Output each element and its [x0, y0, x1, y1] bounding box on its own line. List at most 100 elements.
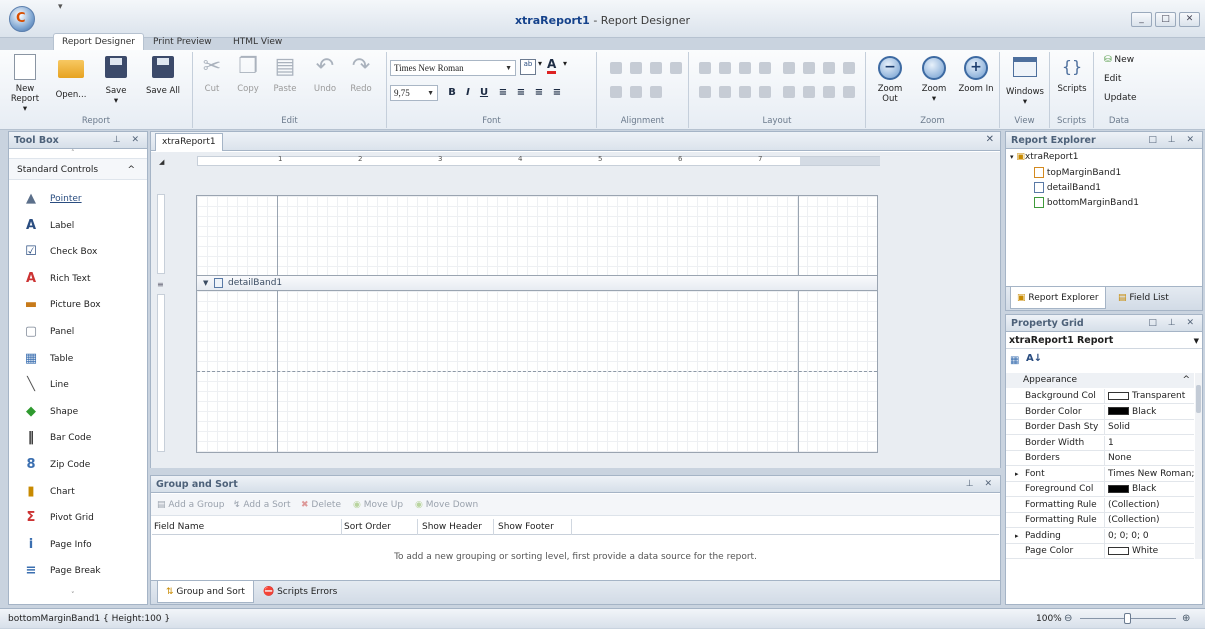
align-tops-icon[interactable]	[610, 86, 622, 98]
highlight-color-icon[interactable]: ab	[520, 59, 536, 75]
bold-button[interactable]: B	[445, 87, 459, 98]
windows-button[interactable]: Windows ▾	[1003, 54, 1047, 107]
zoom-slider-thumb[interactable]	[1124, 613, 1131, 624]
align-bottoms-icon[interactable]	[650, 86, 662, 98]
make-same-width-icon[interactable]	[719, 62, 731, 74]
move-down-button[interactable]: ◉ Move Down	[415, 494, 478, 516]
toolbox-item-pivot-grid[interactable]: Σ Pivot Grid	[17, 505, 147, 531]
toolbox-item-table[interactable]: ▦ Table	[17, 346, 147, 372]
tab-report-explorer[interactable]: ▣ Report Explorer	[1010, 287, 1106, 309]
column-sort-order[interactable]: Sort Order	[344, 519, 418, 535]
edit-data-button[interactable]: Edit	[1104, 74, 1121, 84]
property-row[interactable]: Background Col Transparent	[1006, 389, 1194, 404]
copy-button[interactable]: ❐ Copy	[233, 54, 263, 94]
zoom-in-small-icon[interactable]: ⊕	[1182, 609, 1190, 629]
expand-icon[interactable]: ▸	[1015, 529, 1019, 544]
property-value[interactable]: Transparent	[1104, 389, 1194, 404]
increase-horizontal-spacing-icon[interactable]	[803, 62, 815, 74]
align-middles-icon[interactable]	[630, 86, 642, 98]
send-to-back-icon[interactable]	[843, 86, 855, 98]
toolbox-item-panel[interactable]: ▢ Panel	[17, 319, 147, 345]
panel-window-controls-icons[interactable]: □ ⊥ ✕	[1148, 132, 1198, 149]
property-value[interactable]: White	[1104, 544, 1194, 559]
zoom-button[interactable]: Zoom ▾	[916, 54, 952, 104]
delete-button[interactable]: ✖ Delete	[301, 494, 341, 516]
property-value[interactable]: Black	[1104, 404, 1194, 420]
justify-icon[interactable]: ≡	[550, 87, 564, 98]
selected-object-combo[interactable]: xtraReport1 Report ▼	[1006, 333, 1202, 349]
tab-report-designer[interactable]: Report Designer	[53, 33, 145, 51]
tab-html-view[interactable]: HTML View	[225, 34, 290, 50]
toolbox-item-label[interactable]: A Label	[17, 213, 147, 239]
toolbox-item-line[interactable]: ╲ Line	[17, 372, 147, 398]
align-centers-icon[interactable]	[650, 62, 662, 74]
save-button[interactable]: Save ▾	[98, 54, 134, 106]
increase-vertical-spacing-icon[interactable]	[719, 86, 731, 98]
underline-button[interactable]: U	[477, 87, 491, 98]
detail-band-surface[interactable]	[196, 291, 878, 453]
category-standard-controls[interactable]: Standard Controls ^	[9, 158, 147, 180]
corner-marker-icon[interactable]: ◢	[159, 158, 164, 166]
tab-print-preview[interactable]: Print Preview	[145, 34, 220, 50]
new-report-button[interactable]: New Report ▾	[3, 54, 47, 114]
bring-to-front-icon[interactable]	[823, 86, 835, 98]
new-data-button[interactable]: ⛁ New	[1104, 55, 1134, 65]
maximize-button[interactable]: □	[1155, 12, 1176, 27]
align-lefts-icon[interactable]	[630, 62, 642, 74]
property-row[interactable]: Page Color White	[1006, 544, 1194, 559]
align-right-icon[interactable]: ≡	[532, 87, 546, 98]
property-value[interactable]: Black	[1104, 482, 1194, 497]
property-row[interactable]: Border Color Black	[1006, 404, 1194, 420]
toolbox-item-page-info[interactable]: i Page Info	[17, 532, 147, 558]
property-value[interactable]: None	[1104, 451, 1194, 466]
column-field-name[interactable]: Field Name	[154, 519, 342, 535]
tab-field-list[interactable]: ▤ Field List	[1112, 287, 1175, 309]
property-row[interactable]: Borders None	[1006, 451, 1194, 466]
toolbox-item-bar-code[interactable]: ‖ Bar Code	[17, 425, 147, 451]
property-row[interactable]: Formatting Rule (Collection)	[1006, 497, 1194, 513]
scroll-down-icon[interactable]: ˅	[71, 591, 75, 599]
center-vertically-icon[interactable]	[803, 86, 815, 98]
cut-button[interactable]: ✂ Cut	[197, 54, 227, 94]
property-value[interactable]: 0; 0; 0; 0	[1104, 528, 1194, 544]
toolbox-item-rich-text[interactable]: A Rich Text	[17, 266, 147, 292]
add-sort-button[interactable]: ↯ Add a Sort	[233, 494, 291, 516]
toolbox-item-check-box[interactable]: ☑ Check Box	[17, 239, 147, 265]
property-row[interactable]: Foreground Col Black	[1006, 482, 1194, 497]
document-tab[interactable]: xtraReport1	[155, 133, 223, 151]
zoom-in-button[interactable]: + Zoom In	[956, 54, 996, 94]
property-value[interactable]: (Collection)	[1104, 497, 1194, 513]
property-value[interactable]: Times New Roman; ...	[1104, 466, 1194, 482]
size-to-grid-icon[interactable]	[699, 62, 711, 74]
property-value[interactable]: Solid	[1104, 420, 1194, 435]
vertical-spacing-icon[interactable]	[699, 86, 711, 98]
align-left-icon[interactable]: ≡	[496, 87, 510, 98]
decrease-vertical-spacing-icon[interactable]	[739, 86, 751, 98]
tree-root[interactable]: ▾ ▣xtraReport1	[1010, 152, 1079, 162]
align-center-icon[interactable]: ≡	[514, 87, 528, 98]
scroll-up-icon[interactable]: ˄	[71, 149, 75, 157]
font-color-dropdown-icon[interactable]: ▾	[563, 59, 567, 68]
toolbox-item-chart[interactable]: ▮ Chart	[17, 479, 147, 505]
panel-window-controls-icons[interactable]: □ ⊥ ✕	[1148, 315, 1198, 332]
tree-item-bottom-margin[interactable]: bottomMarginBand1	[1034, 197, 1139, 208]
alphabetical-sort-icon[interactable]: A↓	[1026, 353, 1042, 364]
toolbox-item-zip-code[interactable]: 8 Zip Code	[17, 452, 147, 478]
property-value[interactable]: 1	[1104, 435, 1194, 451]
redo-button[interactable]: ↷ Redo	[345, 54, 377, 94]
make-same-size-icon[interactable]	[759, 62, 771, 74]
tab-scripts-errors[interactable]: ⛔ Scripts Errors	[255, 581, 345, 603]
tab-group-and-sort[interactable]: ⇅ Group and Sort	[157, 581, 254, 603]
move-up-button[interactable]: ◉ Move Up	[353, 494, 403, 516]
zoom-out-button[interactable]: − Zoom Out	[869, 54, 911, 104]
expand-icon[interactable]: ▾	[1010, 153, 1014, 161]
decrease-horizontal-spacing-icon[interactable]	[823, 62, 835, 74]
align-to-grid-icon[interactable]	[610, 62, 622, 74]
property-scrollbar[interactable]	[1195, 373, 1202, 559]
highlight-dropdown-icon[interactable]: ▾	[538, 59, 542, 68]
scripts-button[interactable]: {} Scripts	[1053, 54, 1091, 94]
property-category[interactable]: Appearance ^	[1006, 373, 1194, 388]
property-row[interactable]: Border Dash Sty Solid	[1006, 420, 1194, 435]
property-row[interactable]: Border Width 1	[1006, 435, 1194, 451]
italic-button[interactable]: I	[461, 87, 475, 98]
